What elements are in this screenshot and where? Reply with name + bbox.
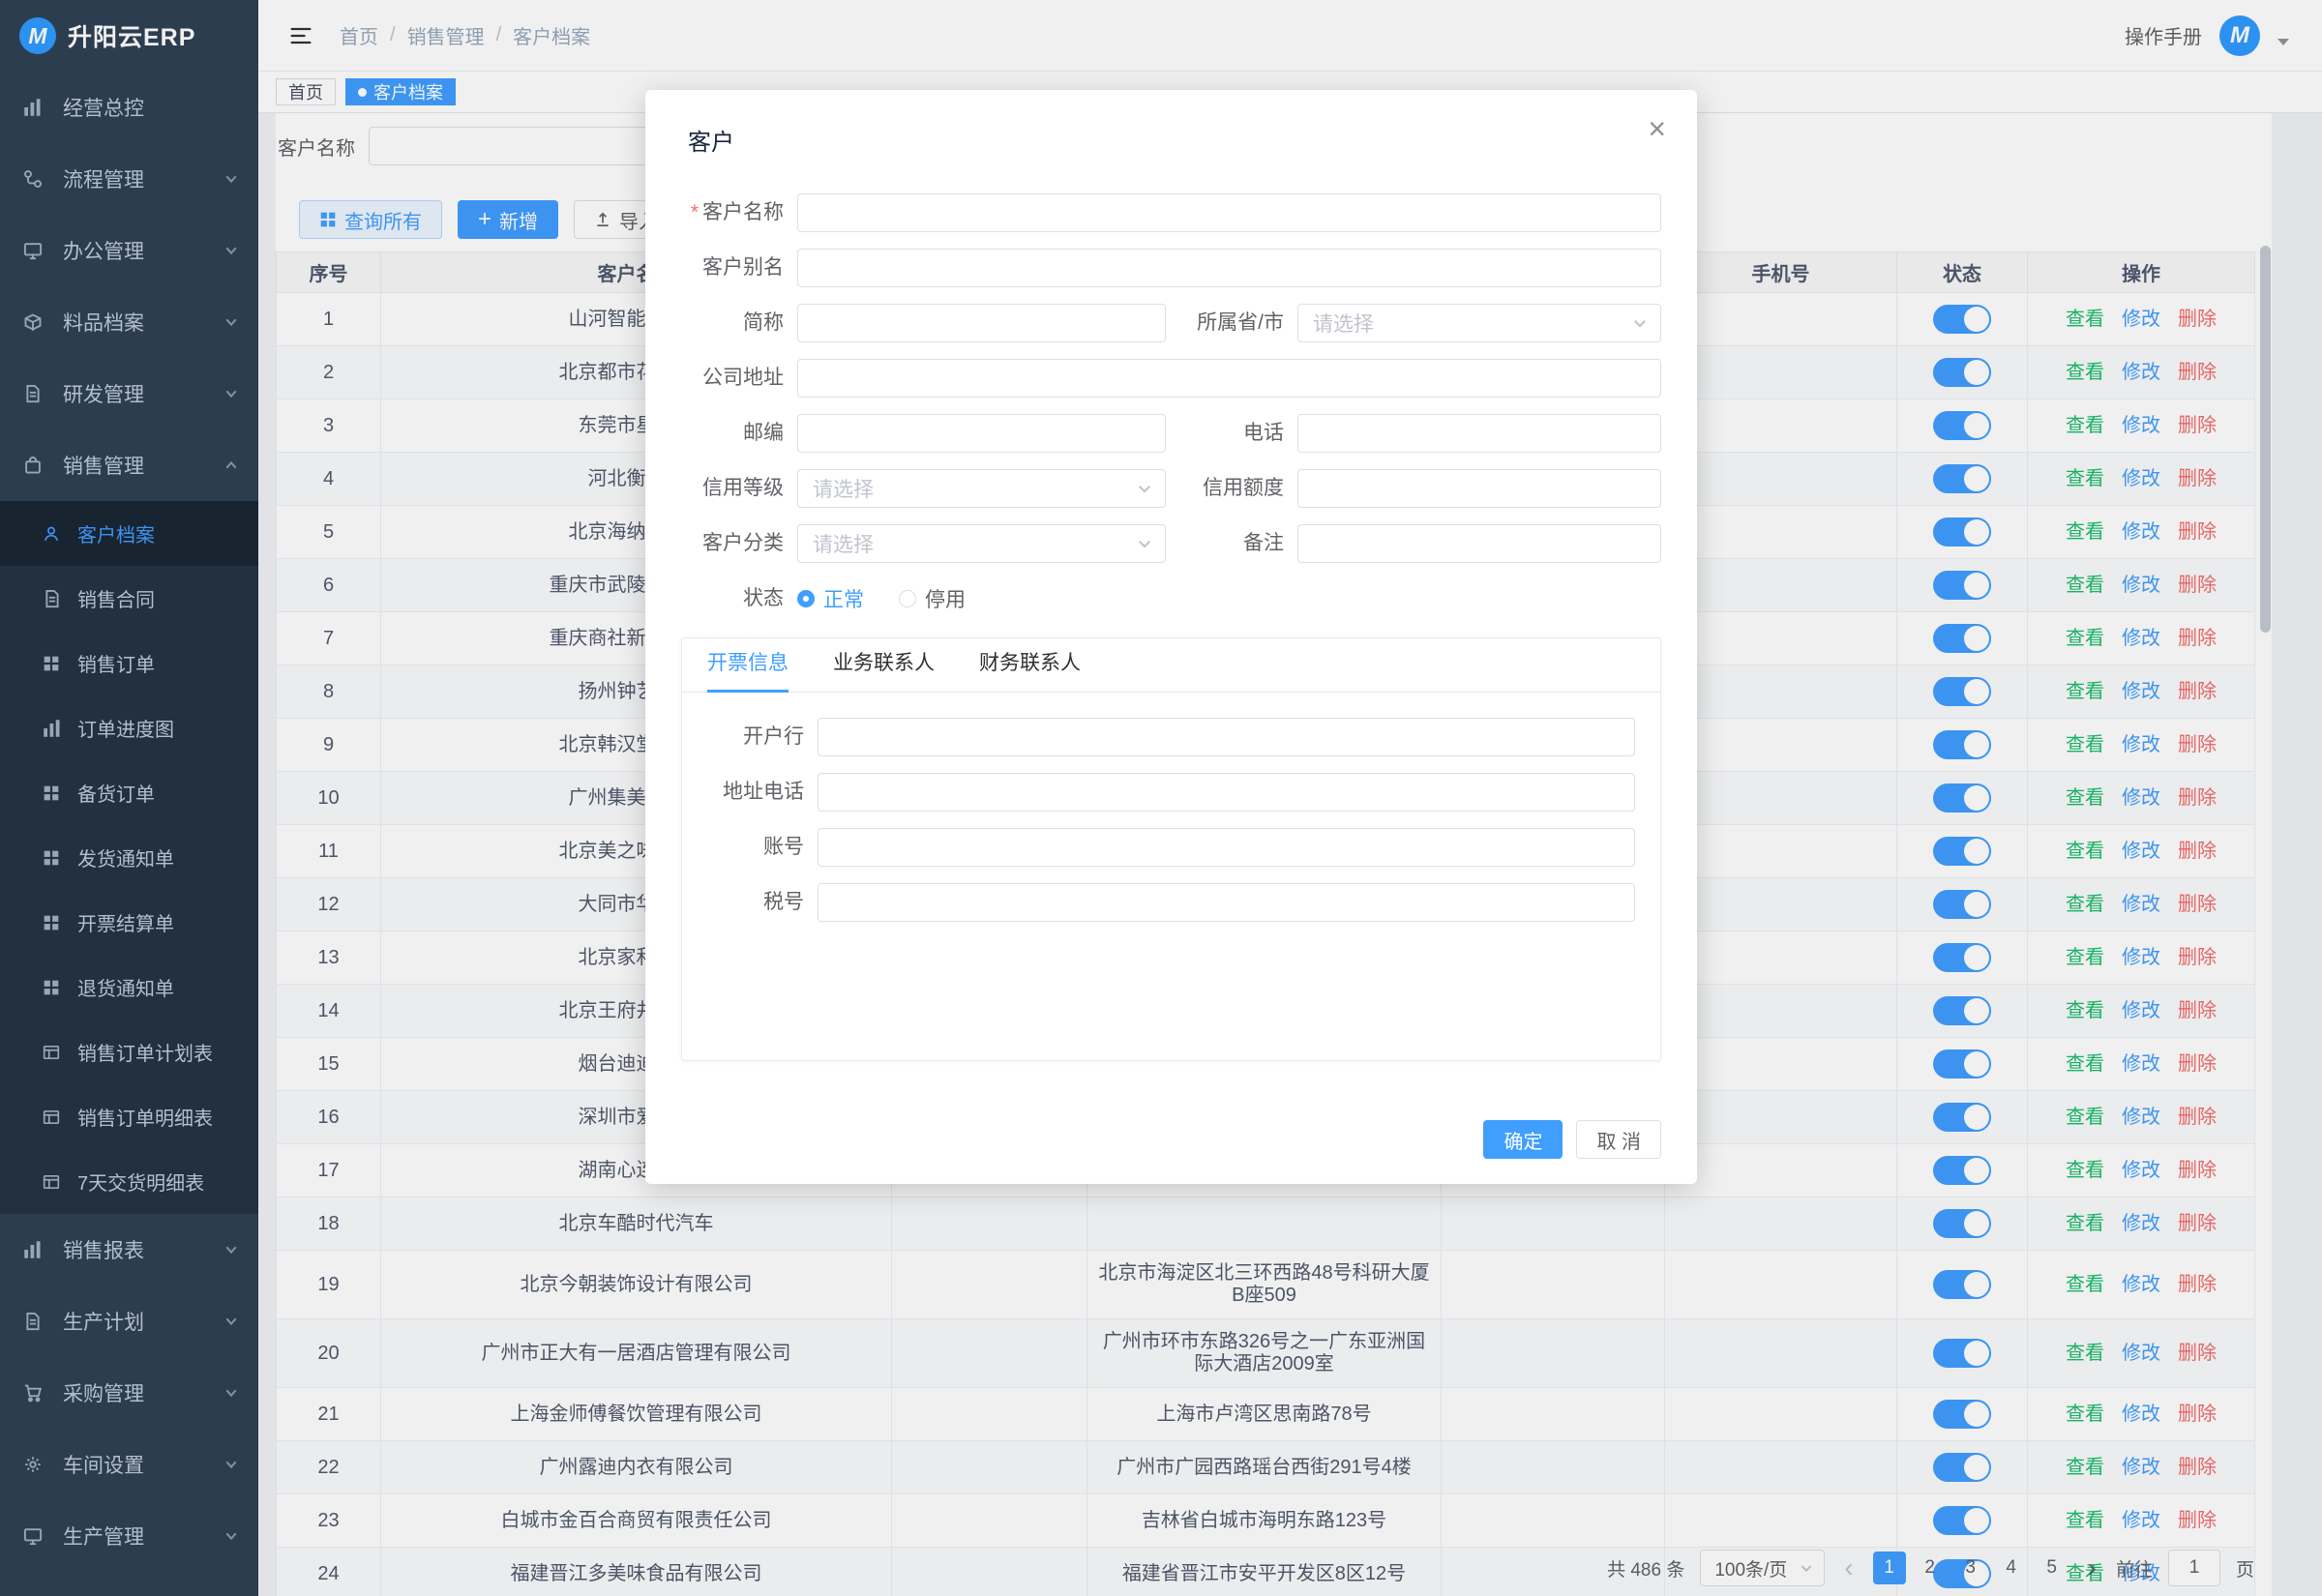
- province-placeholder: 请选择: [1313, 309, 1374, 338]
- customer-dialog: 客户 × *客户名称 客户别名 简称 所属省/市 请选择 公司地址 邮编 电话: [645, 90, 1697, 1184]
- radio-label: 停用: [925, 584, 966, 613]
- credit-level-select[interactable]: 请选择: [797, 469, 1166, 508]
- dialog-title: 客户: [645, 90, 1697, 157]
- account-field[interactable]: [818, 828, 1635, 867]
- radio-label: 正常: [823, 584, 864, 613]
- credit-level-field-label: 信用等级: [681, 469, 784, 508]
- contact-panel: 开票信息 业务联系人 财务联系人 开户行 地址电话 账号 税号: [681, 637, 1661, 1061]
- status-radio-disabled[interactable]: 停用: [899, 579, 966, 618]
- zip-field-label: 邮编: [681, 414, 784, 453]
- tab-invoice-info[interactable]: 开票信息: [707, 647, 789, 692]
- bank-field[interactable]: [818, 718, 1635, 756]
- bank-address-field[interactable]: [818, 773, 1635, 812]
- tab-business-contact[interactable]: 业务联系人: [833, 647, 935, 692]
- dialog-footer: 确定 取 消: [1483, 1120, 1661, 1159]
- company-address-field[interactable]: [797, 359, 1661, 398]
- status-field-label: 状态: [681, 579, 784, 618]
- zip-field[interactable]: [797, 414, 1166, 453]
- province-select[interactable]: 请选择: [1297, 304, 1661, 342]
- phone-field-label: 电话: [1166, 414, 1284, 453]
- cancel-button[interactable]: 取 消: [1576, 1120, 1661, 1159]
- chevron-down-icon: [1631, 314, 1649, 332]
- short-name-field-label: 简称: [681, 304, 784, 342]
- remark-field-label: 备注: [1166, 524, 1284, 563]
- short-name-field[interactable]: [797, 304, 1166, 342]
- tax-no-field-label: 税号: [682, 883, 804, 922]
- confirm-button[interactable]: 确定: [1483, 1120, 1563, 1159]
- credit-level-placeholder: 请选择: [813, 474, 874, 503]
- bank-address-field-label: 地址电话: [682, 773, 804, 812]
- company-address-field-label: 公司地址: [681, 359, 784, 398]
- account-field-label: 账号: [682, 828, 804, 867]
- category-field-label: 客户分类: [681, 524, 784, 563]
- contact-tabs: 开票信息 业务联系人 财务联系人: [682, 638, 1660, 693]
- bank-field-label: 开户行: [682, 718, 804, 756]
- credit-limit-field-label: 信用额度: [1166, 469, 1284, 508]
- remark-field[interactable]: [1297, 524, 1661, 563]
- chevron-down-icon: [1136, 480, 1153, 497]
- customer-name-field[interactable]: [797, 193, 1661, 232]
- phone-field[interactable]: [1297, 414, 1661, 453]
- alias-field-label: 客户别名: [681, 249, 784, 287]
- customer-name-field-label: *客户名称: [681, 193, 784, 232]
- radio-selected-icon: [797, 590, 815, 607]
- required-mark: *: [691, 201, 699, 223]
- radio-unselected-icon: [899, 590, 916, 607]
- province-field-label: 所属省/市: [1166, 304, 1284, 342]
- category-select[interactable]: 请选择: [797, 524, 1166, 563]
- tab-finance-contact[interactable]: 财务联系人: [979, 647, 1081, 692]
- close-icon[interactable]: ×: [1648, 113, 1666, 144]
- customer-form: *客户名称 客户别名 简称 所属省/市 请选择 公司地址 邮编 电话: [645, 157, 1697, 618]
- category-placeholder: 请选择: [813, 529, 874, 558]
- tax-no-field[interactable]: [818, 883, 1635, 922]
- invoice-form: 开户行 地址电话 账号 税号: [682, 693, 1660, 922]
- status-radio-normal[interactable]: 正常: [797, 579, 864, 618]
- alias-field[interactable]: [797, 249, 1661, 287]
- chevron-down-icon: [1136, 535, 1153, 552]
- credit-limit-field[interactable]: [1297, 469, 1661, 508]
